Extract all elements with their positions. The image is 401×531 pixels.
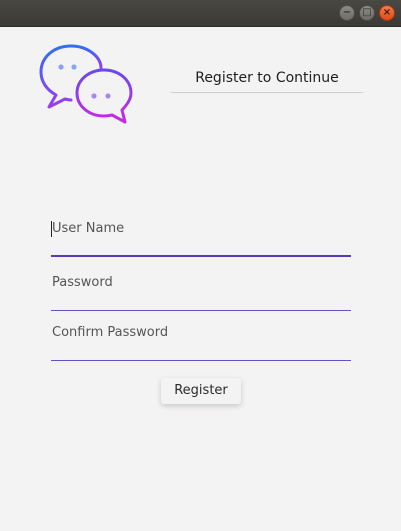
confirm-password-placeholder: Confirm Password: [52, 325, 169, 340]
maximize-icon: □: [362, 7, 372, 18]
username-underline: [51, 255, 351, 257]
title-bar[interactable]: − □ ×: [0, 0, 401, 27]
minimize-button[interactable]: −: [339, 5, 355, 21]
minimize-icon: −: [342, 7, 352, 18]
confirm-password-field[interactable]: Confirm Password: [51, 325, 351, 361]
register-button[interactable]: Register: [161, 378, 241, 404]
page-title: Register to Continue: [195, 70, 339, 86]
main-content: Register to Continue User Name Password …: [0, 27, 401, 531]
confirm-password-underline: [51, 360, 351, 361]
chat-bubbles-icon: [38, 44, 134, 124]
title-divider: [171, 92, 363, 93]
maximize-button[interactable]: □: [359, 5, 375, 21]
close-button[interactable]: ×: [379, 5, 395, 21]
password-field[interactable]: Password: [51, 275, 351, 311]
username-placeholder: User Name: [52, 221, 125, 236]
password-placeholder: Password: [52, 275, 113, 290]
password-underline: [51, 310, 351, 311]
register-window: − □ × Register to Continue User Name Pas…: [0, 0, 401, 531]
username-field[interactable]: User Name: [51, 221, 351, 257]
close-icon: ×: [382, 7, 392, 18]
